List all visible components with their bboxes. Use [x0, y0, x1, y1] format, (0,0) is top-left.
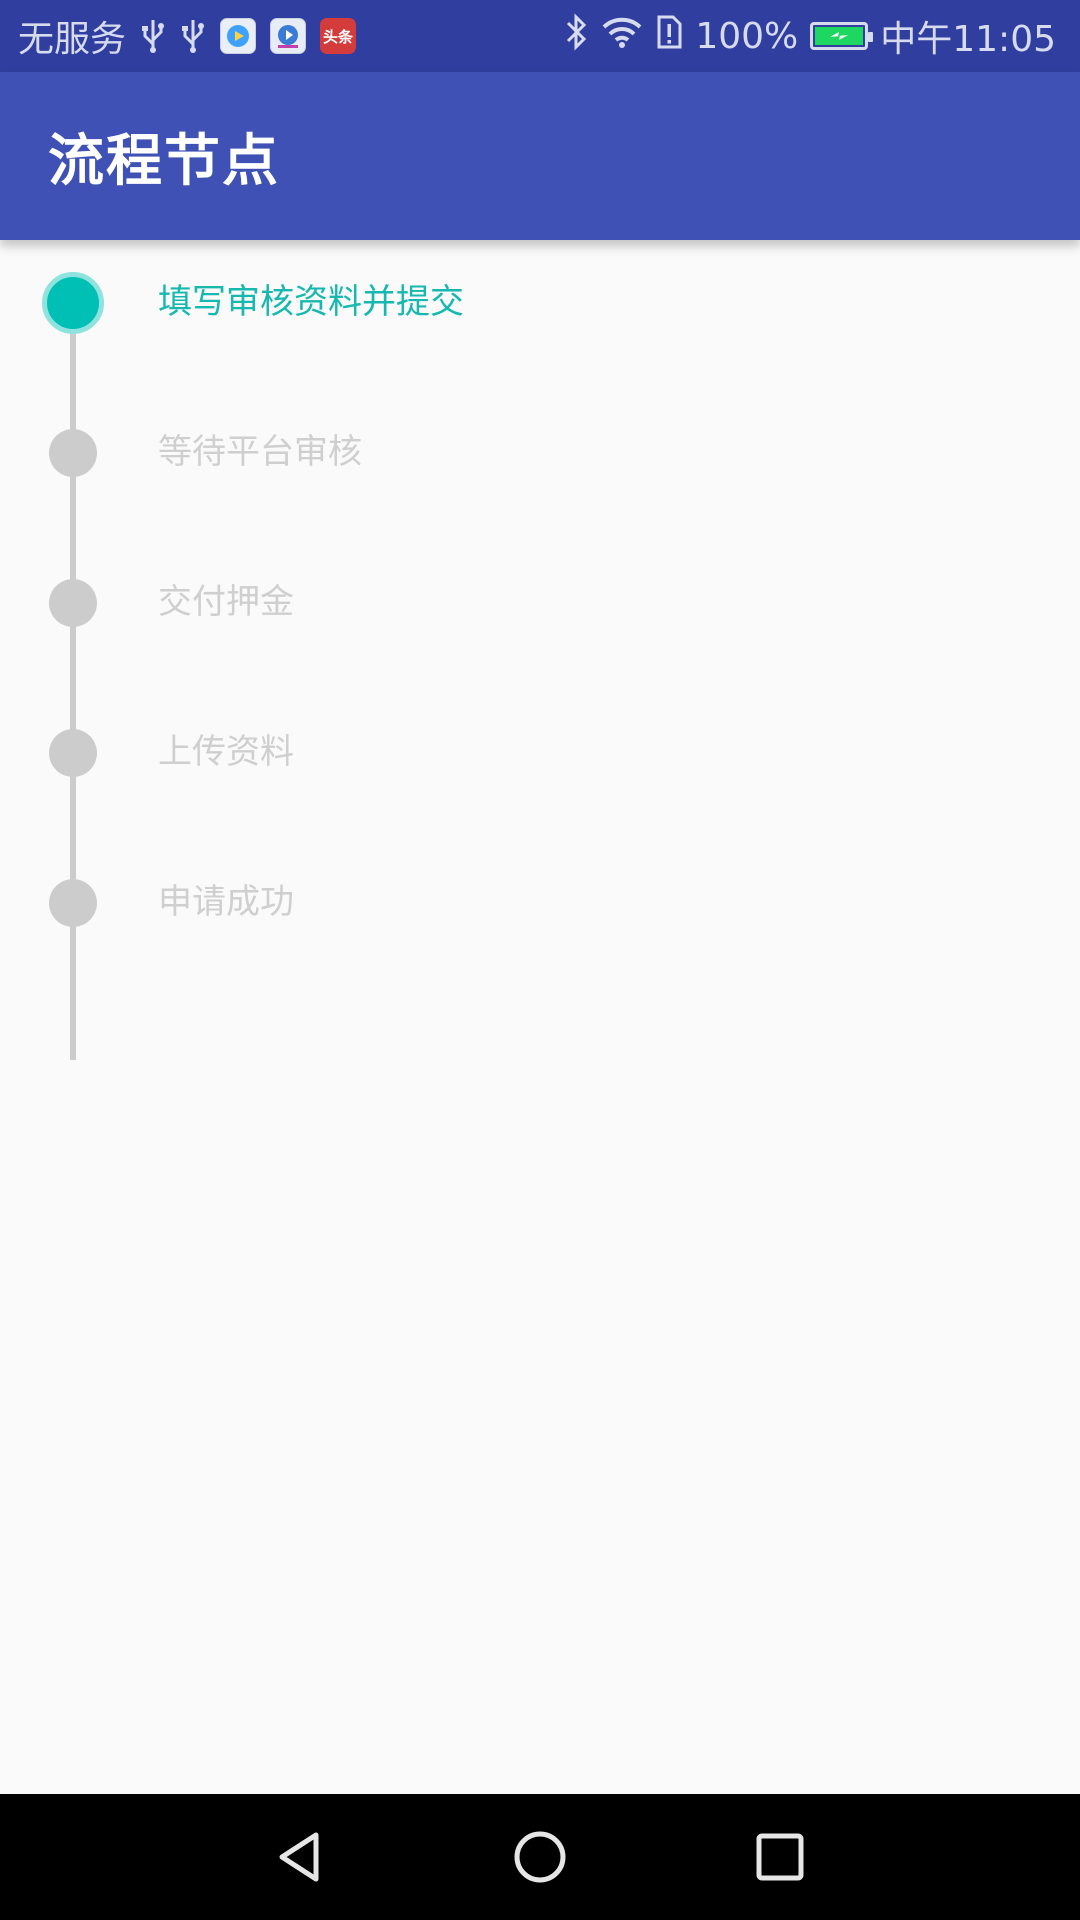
usb-icon: [140, 18, 166, 54]
battery-charging-icon: [810, 22, 874, 50]
news-app-icon: 头条: [320, 18, 357, 54]
app-bar: 流程节点: [0, 72, 1080, 240]
step-label: 上传资料: [158, 732, 294, 772]
timeline-step[interactable]: 交付押金: [0, 552, 1080, 652]
status-bar-left: 无服务 头条: [18, 0, 357, 72]
timeline-step[interactable]: 等待平台审核: [0, 402, 1080, 502]
usb-icon: [180, 18, 206, 54]
step-label: 申请成功: [158, 882, 294, 922]
step-dot-icon: [49, 579, 97, 627]
timeline-step[interactable]: 上传资料: [0, 702, 1080, 802]
status-bar-right: 100% 中午11:05: [563, 0, 1056, 72]
tv-app-icon: [270, 18, 307, 54]
step-dot-active-icon: [42, 272, 104, 334]
clock: 中午11:05: [880, 19, 1056, 60]
sim-alert-icon: [655, 13, 683, 60]
step-label: 等待平台审核: [158, 432, 362, 472]
carrier-text: 无服务: [18, 19, 127, 60]
wifi-icon: [601, 15, 643, 58]
timeline-step[interactable]: 申请成功: [0, 852, 1080, 952]
battery-percent: 100%: [695, 15, 799, 57]
step-dot-icon: [49, 429, 97, 477]
home-icon[interactable]: [508, 1825, 572, 1889]
status-bar: 无服务 头条 100% 中午11:05: [0, 0, 1080, 72]
process-timeline: 填写审核资料并提交 等待平台审核 交付押金 上传资料 申请成功: [0, 240, 1080, 1794]
recents-icon[interactable]: [748, 1825, 812, 1889]
navigation-bar: [0, 1794, 1080, 1920]
step-label: 填写审核资料并提交: [158, 282, 464, 322]
step-dot-icon: [49, 879, 97, 927]
back-icon[interactable]: [268, 1825, 332, 1889]
bluetooth-icon: [563, 12, 589, 60]
timeline-step[interactable]: 填写审核资料并提交: [0, 252, 1080, 352]
step-dot-icon: [49, 729, 97, 777]
video-app-icon: [220, 18, 257, 54]
page-title: 流程节点: [48, 128, 280, 194]
step-label: 交付押金: [158, 582, 294, 622]
